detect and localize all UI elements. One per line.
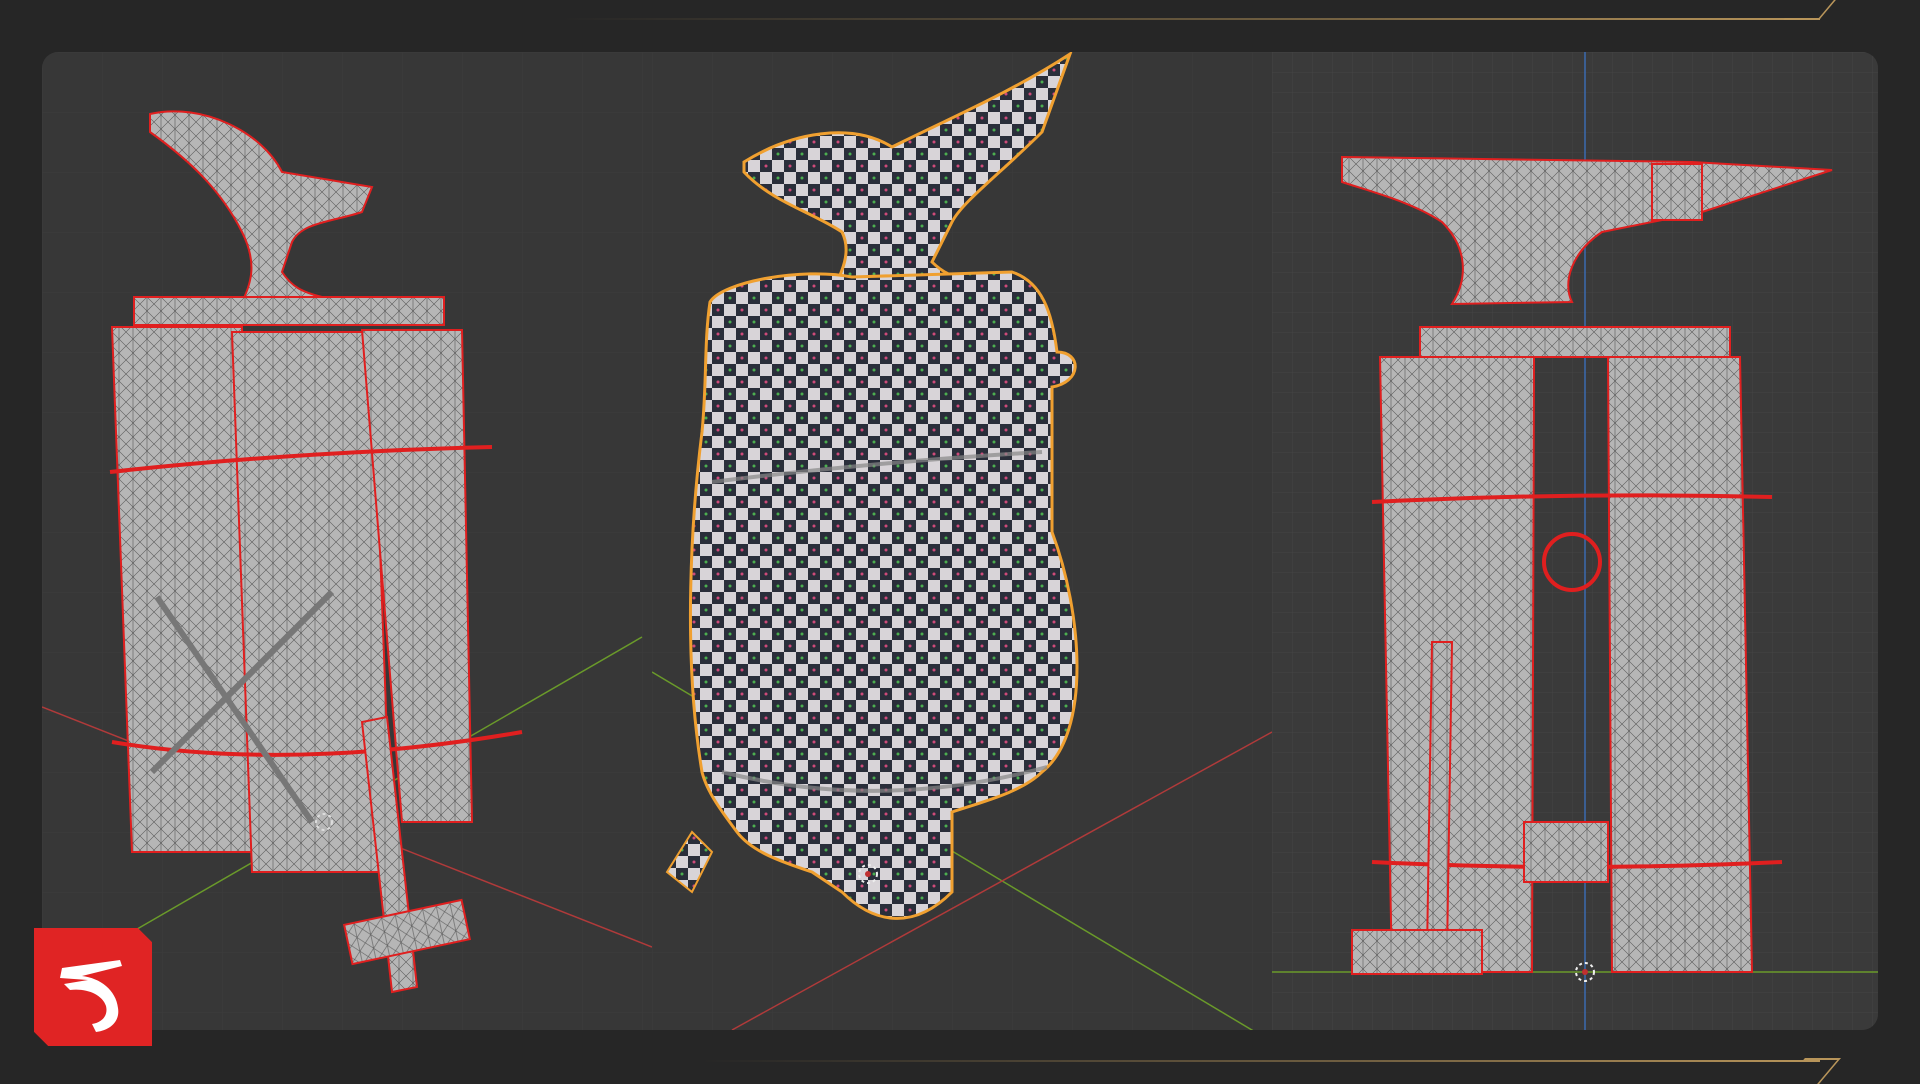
studio-logo-icon xyxy=(34,928,152,1046)
top-frame-corner xyxy=(1783,0,1841,20)
viewport-panel xyxy=(42,52,1878,1030)
viewport-front-orthographic[interactable] xyxy=(1272,52,1878,1030)
viewport-perspective-left[interactable] xyxy=(42,52,652,1030)
top-frame-line xyxy=(560,18,1820,20)
bottom-frame-line xyxy=(700,1060,1820,1062)
viewport-perspective-center[interactable] xyxy=(652,52,1272,1030)
